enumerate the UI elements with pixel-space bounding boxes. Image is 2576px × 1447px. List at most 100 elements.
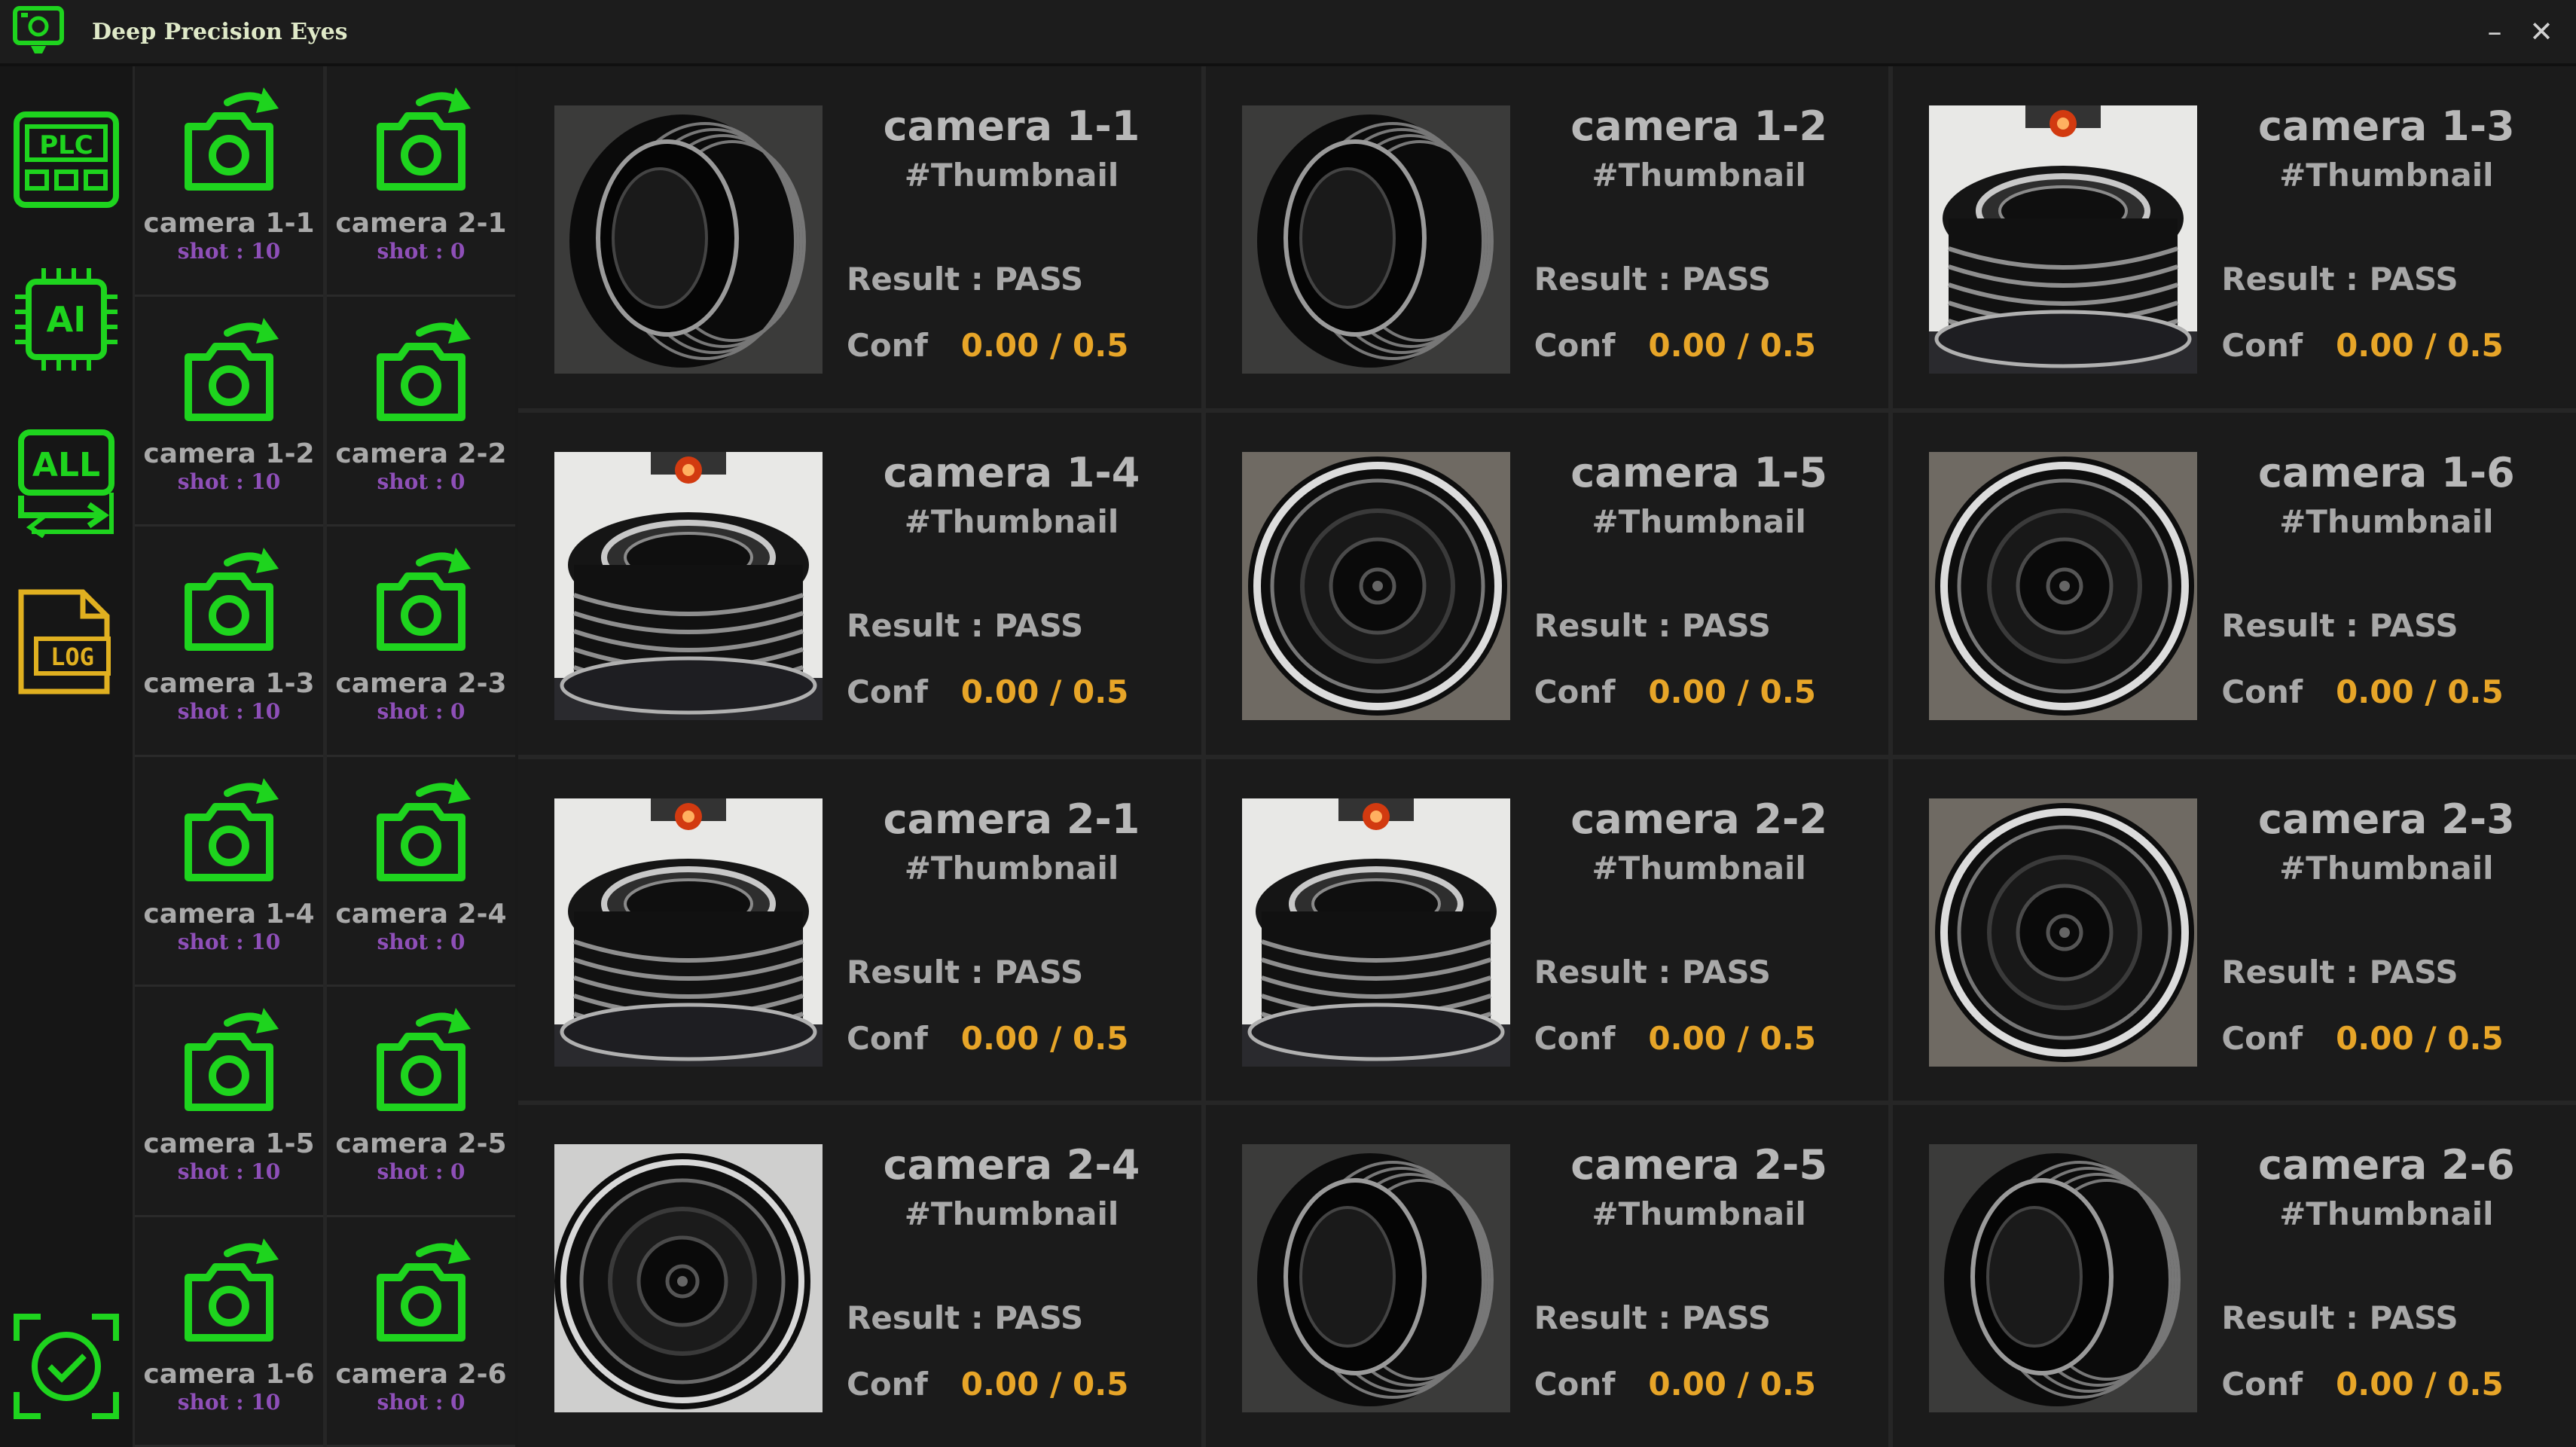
- thumbnail-image[interactable]: [1241, 1144, 1510, 1413]
- inspect-button[interactable]: [11, 1311, 122, 1422]
- camera-name: camera 1-4: [143, 898, 315, 930]
- all-button[interactable]: ALL: [11, 426, 122, 539]
- confidence-separator: /: [1050, 327, 1062, 364]
- camera-name: camera 2-5: [335, 1128, 507, 1159]
- confidence-separator: /: [1737, 327, 1749, 364]
- camera-tile[interactable]: camera 2-4 shot : 0: [327, 756, 515, 987]
- thumbnail-image[interactable]: [554, 451, 823, 720]
- thumbnail-image[interactable]: [1929, 451, 2198, 720]
- camera-name: camera 1-6: [143, 1358, 315, 1390]
- log-button[interactable]: LOG: [11, 586, 122, 698]
- camera-tile[interactable]: camera 2-5 shot : 0: [327, 987, 515, 1217]
- confidence-separator: /: [2425, 1366, 2437, 1403]
- thumbnail-image[interactable]: [1929, 105, 2198, 374]
- confidence-value: 0.00: [1648, 1366, 1727, 1403]
- result-card[interactable]: camera 2-5 #Thumbnail Result : PASS Conf…: [1205, 1105, 1889, 1447]
- window-controls: – ✕: [2475, 9, 2561, 54]
- camera-tile[interactable]: camera 2-2 shot : 0: [327, 296, 515, 527]
- result-card[interactable]: camera 2-1 #Thumbnail Result : PASS Conf…: [518, 759, 1201, 1101]
- confidence-threshold: 0.5: [2447, 673, 2504, 710]
- result-card[interactable]: camera 2-3 #Thumbnail Result : PASS Conf…: [1893, 759, 2576, 1101]
- result-card[interactable]: camera 2-6 #Thumbnail Result : PASS Conf…: [1893, 1105, 2576, 1447]
- result-card[interactable]: camera 1-6 #Thumbnail Result : PASS Conf…: [1893, 412, 2576, 755]
- confidence-readout: Conf 0.00 / 0.5: [847, 327, 1128, 364]
- camera-rotate-icon: [185, 1008, 279, 1111]
- title-bar: Deep Precision Eyes – ✕: [0, 0, 2576, 66]
- result-status: Result : PASS: [1534, 261, 1771, 298]
- confidence-value: 0.00: [1648, 1019, 1727, 1057]
- result-camera-title: camera 1-6: [2257, 448, 2515, 496]
- result-card[interactable]: camera 1-4 #Thumbnail Result : PASS Conf…: [518, 412, 1201, 755]
- confidence-separator: /: [2425, 673, 2437, 710]
- result-camera-title: camera 1-5: [1570, 448, 1828, 496]
- confidence-readout: Conf 0.00 / 0.5: [847, 1366, 1128, 1403]
- result-card[interactable]: camera 1-5 #Thumbnail Result : PASS Conf…: [1205, 412, 1889, 755]
- thumbnail-image[interactable]: [554, 798, 823, 1067]
- result-status: Result : PASS: [2221, 953, 2458, 991]
- camera-name: camera 2-4: [335, 898, 507, 930]
- result-card[interactable]: camera 1-3 #Thumbnail Result : PASS Conf…: [1893, 66, 2576, 408]
- camera-tile[interactable]: camera 1-1 shot : 10: [135, 66, 323, 297]
- camera-rotate-icon: [377, 777, 471, 881]
- camera-rotate-icon: [377, 1008, 471, 1111]
- result-camera-title: camera 2-4: [883, 1141, 1140, 1189]
- thumbnail-image[interactable]: [1241, 451, 1510, 720]
- camera-shot-count: shot : 10: [177, 1159, 281, 1184]
- ai-button[interactable]: AI: [11, 264, 122, 375]
- thumbnail-image[interactable]: [554, 105, 823, 374]
- thumbnail-label: #Thumbnail: [1592, 849, 1806, 887]
- confidence-value: 0.00: [2336, 327, 2414, 364]
- thumbnail-label: #Thumbnail: [904, 157, 1119, 194]
- confidence-separator: /: [1050, 1019, 1062, 1057]
- close-button[interactable]: ✕: [2522, 9, 2561, 54]
- camera-name: camera 1-1: [143, 208, 315, 239]
- result-status: Result : PASS: [1534, 953, 1771, 991]
- camera-rotate-icon: [185, 777, 279, 881]
- result-grid: camera 1-1 #Thumbnail Result : PASS Conf…: [518, 66, 2576, 1447]
- thumbnail-image[interactable]: [1929, 1144, 2198, 1413]
- confidence-value: 0.00: [960, 1019, 1039, 1057]
- confidence-label: Conf: [1534, 673, 1616, 710]
- minimize-button[interactable]: –: [2475, 9, 2514, 54]
- thumbnail-image[interactable]: [1241, 798, 1510, 1067]
- thumbnail-image[interactable]: [1929, 798, 2198, 1067]
- camera-rotate-icon: [377, 548, 471, 651]
- plc-button[interactable]: PLC: [11, 104, 122, 215]
- confidence-threshold: 0.5: [1072, 1366, 1129, 1403]
- confidence-threshold: 0.5: [2447, 1019, 2504, 1057]
- camera-tile[interactable]: camera 1-3 shot : 10: [135, 527, 323, 757]
- camera-tile[interactable]: camera 2-1 shot : 0: [327, 66, 515, 297]
- confidence-readout: Conf 0.00 / 0.5: [1534, 1020, 1816, 1057]
- result-card[interactable]: camera 1-2 #Thumbnail Result : PASS Conf…: [1205, 66, 1889, 408]
- result-card[interactable]: camera 2-4 #Thumbnail Result : PASS Conf…: [518, 1105, 1201, 1447]
- confidence-readout: Conf 0.00 / 0.5: [2221, 673, 2503, 710]
- result-card[interactable]: camera 2-2 #Thumbnail Result : PASS Conf…: [1205, 759, 1889, 1101]
- camera-tile[interactable]: camera 2-3 shot : 0: [327, 527, 515, 757]
- confidence-label: Conf: [1534, 327, 1616, 364]
- ai-icon-label: AI: [47, 299, 87, 340]
- result-card[interactable]: camera 1-1 #Thumbnail Result : PASS Conf…: [518, 66, 1201, 408]
- thumbnail-label: #Thumbnail: [2279, 1195, 2494, 1233]
- confidence-readout: Conf 0.00 / 0.5: [1534, 1366, 1816, 1403]
- confidence-readout: Conf 0.00 / 0.5: [1534, 673, 1816, 710]
- thumbnail-label: #Thumbnail: [904, 1195, 1119, 1233]
- confidence-threshold: 0.5: [1760, 327, 1817, 364]
- camera-name: camera 2-6: [335, 1358, 507, 1390]
- confidence-value: 0.00: [2336, 1366, 2414, 1403]
- camera-rotate-icon: [185, 317, 279, 421]
- camera-tile[interactable]: camera 1-4 shot : 10: [135, 756, 323, 987]
- thumbnail-image[interactable]: [554, 1144, 823, 1413]
- confidence-threshold: 0.5: [1760, 673, 1817, 710]
- camera-tile[interactable]: camera 1-6 shot : 10: [135, 1217, 323, 1447]
- thumbnail-image[interactable]: [1241, 105, 1510, 374]
- camera-rotate-icon: [185, 87, 279, 191]
- camera-tile[interactable]: camera 1-5 shot : 10: [135, 987, 323, 1217]
- all-cameras-icon: ALL: [18, 429, 114, 539]
- camera-shot-count: shot : 0: [377, 929, 465, 954]
- confidence-readout: Conf 0.00 / 0.5: [1534, 327, 1816, 364]
- camera-tile[interactable]: camera 1-2 shot : 10: [135, 296, 323, 527]
- thumbnail-label: #Thumbnail: [1592, 1195, 1806, 1233]
- camera-tile[interactable]: camera 2-6 shot : 0: [327, 1217, 515, 1447]
- result-camera-title: camera 2-3: [2257, 795, 2515, 843]
- confidence-value: 0.00: [1648, 327, 1727, 364]
